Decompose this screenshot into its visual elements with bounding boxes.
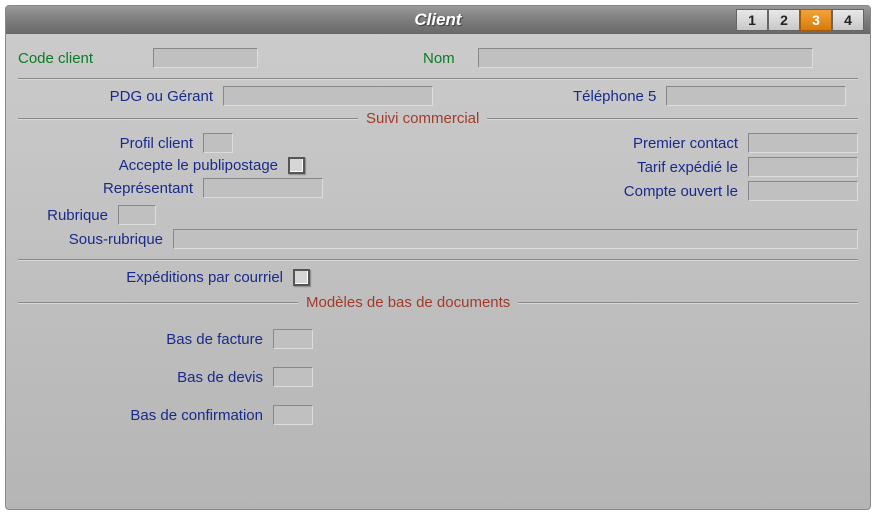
bas-devis-label: Bas de devis [18,369,273,386]
representant-input[interactable] [203,178,323,198]
code-client-label: Code client [18,50,153,67]
sous-rubrique-label: Sous-rubrique [18,231,173,248]
profil-input[interactable] [203,133,233,153]
pdg-label: PDG ou Gérant [18,88,223,105]
bas-facture-input[interactable] [273,329,313,349]
bas-confirmation-input[interactable] [273,405,313,425]
bas-facture-label: Bas de facture [18,331,273,348]
section-line-right [487,118,858,120]
section-models-title: Modèles de bas de documents [298,294,518,311]
rubrique-input[interactable] [118,205,156,225]
nom-label: Nom [423,50,478,67]
tel5-label: Téléphone 5 [573,88,666,105]
tab-3[interactable]: 3 [800,9,832,31]
compte-input[interactable] [748,181,858,201]
expedition-label: Expéditions par courriel [18,269,293,286]
rubrique-label: Rubrique [18,207,118,224]
divider-2 [18,259,858,261]
section-line-models-right [518,302,858,304]
compte-label: Compte ouvert le [624,183,748,200]
representant-label: Représentant [18,180,203,197]
tab-2[interactable]: 2 [768,9,800,31]
premier-contact-label: Premier contact [633,135,748,152]
section-commercial-title: Suivi commercial [358,110,487,127]
sous-rubrique-input[interactable] [173,229,858,249]
tab-group: 1 2 3 4 [736,9,864,31]
tab-1[interactable]: 1 [736,9,768,31]
section-line-models-left [18,302,298,304]
premier-contact-input[interactable] [748,133,858,153]
window-title: Client [414,10,461,30]
profil-label: Profil client [18,135,203,152]
pdg-input[interactable] [223,86,433,106]
publipostage-checkbox[interactable] [288,157,305,174]
section-line-left [18,118,358,120]
code-client-input[interactable] [153,48,258,68]
bas-confirmation-label: Bas de confirmation [18,407,273,424]
nom-input[interactable] [478,48,813,68]
tarif-input[interactable] [748,157,858,177]
divider-1 [18,78,858,80]
tab-4[interactable]: 4 [832,9,864,31]
tel5-input[interactable] [666,86,846,106]
tarif-label: Tarif expédié le [637,159,748,176]
bas-devis-input[interactable] [273,367,313,387]
titlebar: Client 1 2 3 4 [6,6,870,34]
publipostage-label: Accepte le publipostage [18,157,288,174]
expedition-checkbox[interactable] [293,269,310,286]
